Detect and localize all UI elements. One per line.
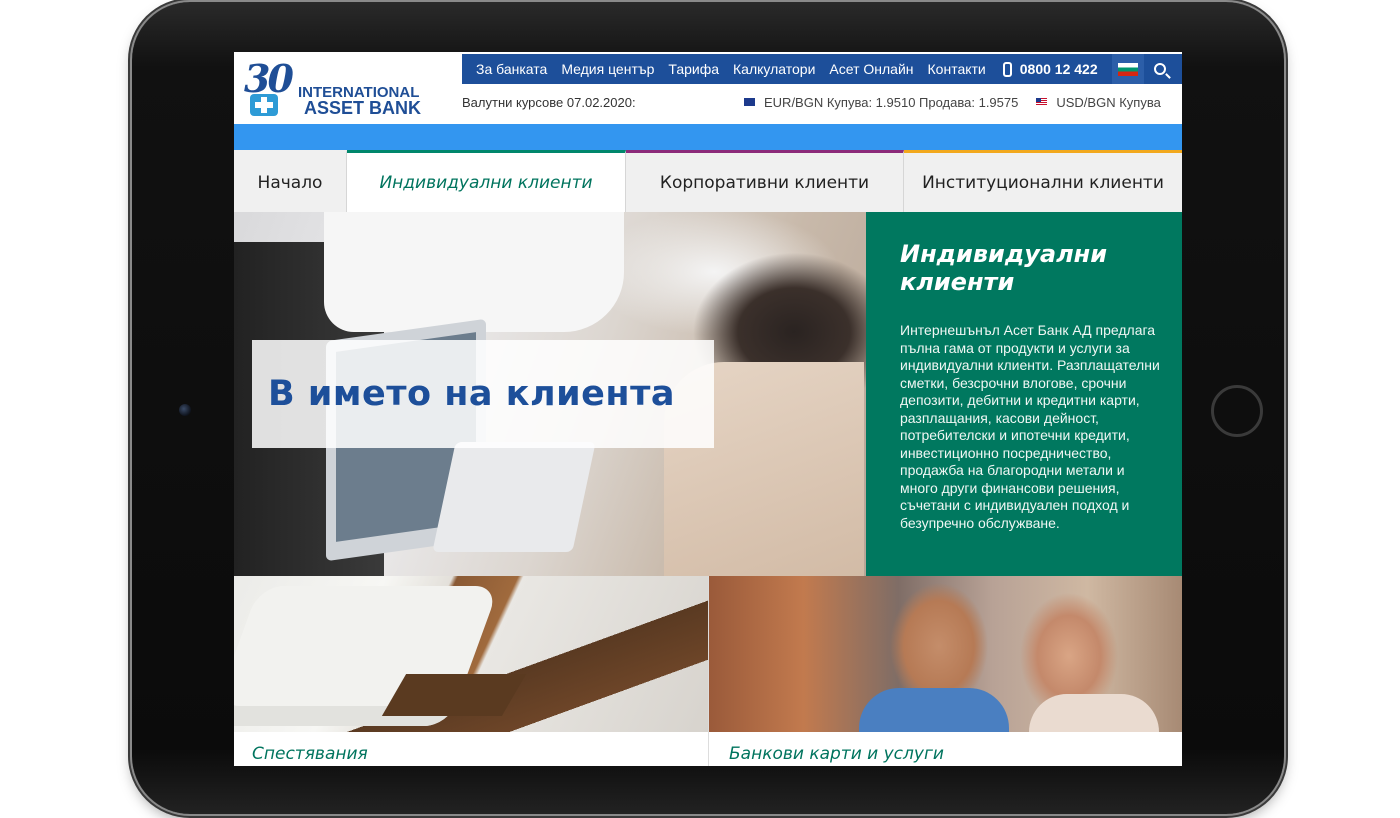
mainnav-corporate-clients[interactable]: Корпоративни клиенти [626,150,904,212]
search-button[interactable] [1144,54,1176,84]
blue-divider-strip [234,124,1182,150]
us-flag-icon [1036,98,1048,106]
language-switch[interactable] [1111,54,1144,84]
mainnav-home[interactable]: Начало [234,150,347,212]
hero-caption: В името на клиента [268,374,675,414]
info-title-line-1: Индивидуални [900,240,1108,268]
rate-eur-text: EUR/BGN Купува: 1.9510 Продава: 1.9575 [764,94,1019,110]
bulgarian-flag-icon [1117,62,1138,76]
topnav-link-calculators[interactable]: Калкулатори [726,61,822,77]
home-button[interactable] [1211,385,1263,437]
phone-link[interactable]: 0800 12 422 [993,61,1112,77]
mainnav-institutional-clients[interactable]: Институционални клиенти [904,150,1182,212]
topnav-link-online[interactable]: Асет Онлайн [822,61,920,77]
photo-man [859,688,1009,732]
rate-usd-text: USD/BGN Купува [1056,94,1161,110]
info-title: Индивидуални клиенти [900,240,1160,296]
eu-flag-icon [744,98,755,106]
individual-clients-info: Индивидуални клиенти Интернешънъл Асет Б… [866,212,1182,576]
photo-woman [1029,694,1159,732]
logo-cross-icon [250,94,278,116]
info-text: Интернешънъл Асет Банк АД предлага пълна… [900,322,1160,531]
mainnav-individual-clients[interactable]: Индивидуални клиенти [347,150,626,212]
site-header: 30 INTERNATIONAL ASSET BANK За банката М… [234,52,1182,124]
topnav-link-contacts[interactable]: Контакти [921,61,993,77]
tablet-screen: 30 INTERNATIONAL ASSET BANK За банката М… [234,52,1182,766]
camera-lens [179,404,191,416]
top-navigation: За банката Медия център Тарифа Калкулато… [462,54,1182,84]
hero-photo-pillow [324,212,624,332]
main-navigation: Начало Индивидуални клиенти Корпоративни… [234,150,1182,212]
rate-eur: EUR/BGN Купува: 1.9510 Продава: 1.9575 [744,95,1018,110]
topnav-link-media[interactable]: Медия център [554,61,661,77]
phone-number: 0800 12 422 [1019,61,1098,77]
hero-banner: В името на клиента [234,212,866,576]
rate-usd: USD/BGN Купува [1036,94,1161,110]
hero-photo-keyboard [432,442,596,552]
card-bank-cards-title[interactable]: Банкови карти и услуги [729,744,944,764]
rates-title: Валутни курсове 07.02.2020: [462,94,636,110]
card-bank-cards-image [709,576,1182,732]
exchange-rates: Валутни курсове 07.02.2020: EUR/BGN Купу… [462,90,1182,114]
info-title-line-2: клиенти [900,268,1015,296]
card-savings[interactable]: Спестявания [234,576,708,766]
bank-logo[interactable]: 30 INTERNATIONAL ASSET BANK [244,56,424,120]
topnav-link-tariff[interactable]: Тарифа [661,61,726,77]
logo-line-2: ASSET BANK [304,98,422,118]
hero-caption-box: В името на клиента [252,340,714,448]
topnav-link-about[interactable]: За банката [462,61,554,77]
phone-icon [1002,61,1012,77]
card-bank-cards[interactable]: Банкови карти и услуги [708,576,1182,766]
card-savings-image [234,576,708,732]
card-savings-title[interactable]: Спестявания [252,744,368,764]
photo-table [381,674,527,716]
search-icon [1153,63,1166,75]
